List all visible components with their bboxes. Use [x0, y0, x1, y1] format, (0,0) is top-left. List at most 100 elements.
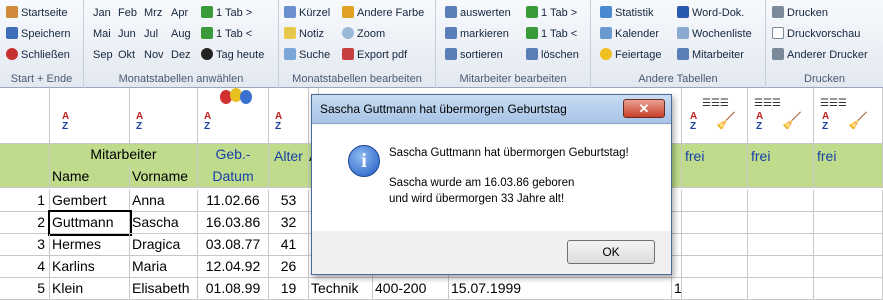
cell-nr[interactable]: 5 — [0, 278, 50, 300]
cell-frei[interactable] — [814, 190, 883, 212]
drucken-button[interactable]: Drucken — [772, 5, 828, 21]
tab-next-button[interactable]: 1 Tab > — [201, 5, 252, 21]
cell-frei[interactable] — [682, 190, 748, 212]
cell-extra1[interactable]: 400-200 — [373, 278, 449, 300]
cell-vorname[interactable]: Elisabeth — [130, 278, 198, 300]
cell-geb[interactable]: 01.08.99 — [198, 278, 269, 300]
cell-extra2[interactable]: 15.07.1999 — [449, 278, 672, 300]
cell-extra3[interactable] — [672, 212, 682, 234]
cell-nr[interactable]: 2 — [0, 212, 50, 234]
cell-vorname[interactable]: Maria — [130, 256, 198, 278]
cell-name[interactable]: Guttmann — [48, 210, 132, 236]
export-pdf-button[interactable]: Export pdf — [342, 47, 407, 63]
cell-alter[interactable]: 26 — [269, 256, 309, 278]
dialog-message-line3: und wird übermorgen 33 Jahre alt! — [389, 193, 565, 205]
cell-frei[interactable] — [814, 256, 883, 278]
cell-alter[interactable]: 41 — [269, 234, 309, 256]
feiertage-button[interactable]: Feiertage — [600, 47, 661, 63]
startseite-button[interactable]: Startseite — [6, 5, 67, 21]
month-feb[interactable]: Feb — [118, 5, 137, 21]
cell-geb[interactable]: 16.03.86 — [198, 212, 269, 234]
markieren-button[interactable]: markieren — [445, 26, 509, 42]
druckvorschau-button[interactable]: Druckvorschau — [772, 26, 860, 42]
cell-frei[interactable] — [682, 234, 748, 256]
ok-button[interactable]: OK — [567, 240, 655, 264]
frei-column-2-tools[interactable]: ☰☰☰ A Z 🧹 — [748, 88, 814, 144]
cell-frei[interactable] — [814, 278, 883, 300]
cell-frei[interactable] — [748, 256, 814, 278]
month-jun[interactable]: Jun — [118, 26, 136, 42]
cell-alter[interactable]: 53 — [269, 190, 309, 212]
close-icon — [6, 48, 18, 60]
month-dez[interactable]: Dez — [171, 47, 191, 63]
cell-frei[interactable] — [748, 234, 814, 256]
sortieren-button[interactable]: sortieren — [445, 47, 503, 63]
cell-frei[interactable] — [748, 212, 814, 234]
auswerten-button[interactable]: auswerten — [445, 5, 511, 21]
cell-abt[interactable]: Technik — [309, 278, 373, 300]
cell-nr[interactable]: 3 — [0, 234, 50, 256]
kalender-button[interactable]: Kalender — [600, 26, 659, 42]
sort-cell-geb[interactable]: AZ — [198, 88, 269, 144]
cell-geb[interactable]: 03.08.77 — [198, 234, 269, 256]
suche-button[interactable]: Suche — [284, 47, 330, 63]
cell-nr[interactable]: 1 — [0, 190, 50, 212]
word-dok-button[interactable]: Word-Dok. — [677, 5, 744, 21]
tag-heute-button[interactable]: Tag heute — [201, 47, 264, 63]
loeschen-button[interactable]: löschen — [526, 47, 579, 63]
cell-name[interactable]: Hermes — [50, 234, 130, 256]
sort-cell-extra[interactable] — [672, 88, 682, 144]
andere-farbe-button[interactable]: Andere Farbe — [342, 5, 424, 21]
cell-vorname[interactable]: Dragica — [130, 234, 198, 256]
cell-frei[interactable] — [748, 278, 814, 300]
month-nov[interactable]: Nov — [144, 47, 164, 63]
cell-extra3[interactable] — [672, 234, 682, 256]
cell-frei[interactable] — [814, 234, 883, 256]
cell-frei[interactable] — [682, 278, 748, 300]
month-sep[interactable]: Sep — [93, 47, 113, 63]
tab-prev-button[interactable]: 1 Tab < — [201, 26, 252, 42]
mitarbeiter-tab-next-button[interactable]: 1 Tab > — [526, 5, 577, 21]
cell-vorname[interactable]: Sascha — [130, 212, 198, 234]
mitarbeiter-tabelle-button[interactable]: Mitarbeiter — [677, 47, 744, 63]
zoom-button[interactable]: Zoom — [342, 26, 385, 42]
people-icon — [445, 27, 457, 39]
mitarbeiter-tab-prev-button[interactable]: 1 Tab < — [526, 26, 577, 42]
notiz-button[interactable]: Notiz — [284, 26, 324, 42]
schliessen-button[interactable]: Schließen — [6, 47, 70, 63]
speichern-button[interactable]: Speichern — [6, 26, 71, 42]
close-button[interactable]: ✕ — [623, 99, 665, 118]
sort-cell-name[interactable]: AZ — [50, 88, 130, 144]
sort-cell-alter[interactable]: AZ — [269, 88, 309, 144]
month-mrz[interactable]: Mrz — [144, 5, 162, 21]
cell-geb[interactable]: 11.02.66 — [198, 190, 269, 212]
statistik-button[interactable]: Statistik — [600, 5, 654, 21]
cell-name[interactable]: Klein — [50, 278, 130, 300]
wochenliste-button[interactable]: Wochenliste — [677, 26, 752, 42]
month-jan[interactable]: Jan — [93, 5, 111, 21]
cell-frei[interactable] — [814, 212, 883, 234]
cell-extra3[interactable] — [672, 190, 682, 212]
cell-alter[interactable]: 32 — [269, 212, 309, 234]
month-apr[interactable]: Apr — [171, 5, 188, 21]
cell-alter[interactable]: 19 — [269, 278, 309, 300]
cell-frei[interactable] — [682, 212, 748, 234]
cell-name[interactable]: Gembert — [50, 190, 130, 212]
anderer-drucker-button[interactable]: Anderer Drucker — [772, 47, 868, 63]
month-jul[interactable]: Jul — [144, 26, 158, 42]
cell-extra3[interactable] — [672, 256, 682, 278]
cell-frei[interactable] — [748, 190, 814, 212]
cell-nr[interactable]: 4 — [0, 256, 50, 278]
sort-cell-vorname[interactable]: AZ — [130, 88, 198, 144]
cell-vorname[interactable]: Anna — [130, 190, 198, 212]
cell-frei[interactable] — [682, 256, 748, 278]
month-aug[interactable]: Aug — [171, 26, 191, 42]
frei-column-3-tools[interactable]: ☰☰☰ A Z 🧹 — [814, 88, 883, 144]
kuerzel-button[interactable]: Kürzel — [284, 5, 330, 21]
month-okt[interactable]: Okt — [118, 47, 135, 63]
cell-extra3[interactable]: 1,18 — [672, 278, 682, 300]
month-mai[interactable]: Mai — [93, 26, 111, 42]
cell-geb[interactable]: 12.04.92 — [198, 256, 269, 278]
cell-name[interactable]: Karlins — [50, 256, 130, 278]
frei-column-1-tools[interactable]: ☰☰☰ A Z 🧹 — [682, 88, 748, 144]
